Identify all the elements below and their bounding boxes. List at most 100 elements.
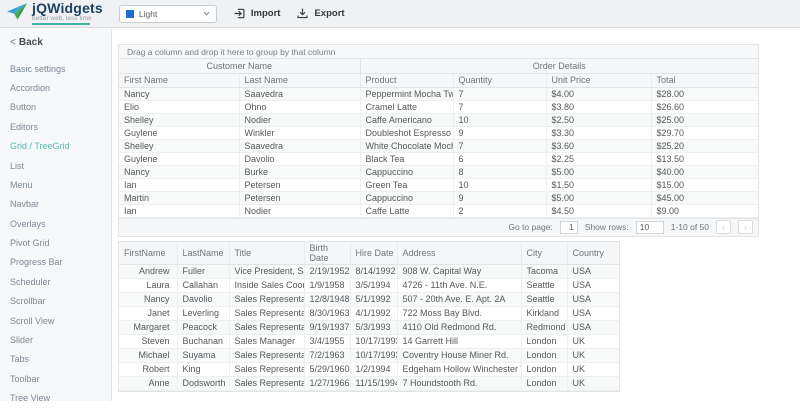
sidebar-item[interactable]: Menu [10,175,107,194]
table-row[interactable]: Robert King Sales Representative 5/29/19… [119,362,619,376]
cell-title: Sales Representative [229,362,304,376]
sidebar-item[interactable]: Tabs [10,350,107,369]
column-header-city[interactable]: City [521,242,567,265]
theme-swatch-icon [126,10,134,18]
cell-city: London [521,334,567,348]
cell-hire-date: 4/1/1992 [350,306,397,320]
logo-title: jQWidgets [32,1,103,15]
cell-country: UK [567,362,619,376]
logo-underline [32,23,90,25]
table-row[interactable]: Steven Buchanan Sales Manager 3/4/1955 1… [119,334,619,348]
sidebar-item[interactable]: Scrollbar [10,292,107,311]
cell-country: USA [567,278,619,292]
column-header-birth-date[interactable]: Birth Date [304,242,350,265]
cell-lastname: Buchanan [177,334,229,348]
table-row[interactable]: Guylene Winkler Doubleshot Espresso 9 $3… [119,126,758,139]
table-row[interactable]: Janet Leverling Sales Representative 8/3… [119,306,619,320]
sidebar-item[interactable]: Button [10,98,107,117]
cell-unit-price: $2.25 [546,152,651,165]
previous-page-button[interactable]: ‹ [716,220,731,234]
chevron-down-icon [203,10,210,17]
table-row[interactable]: Elio Ohno Cramel Latte 7 $3.80 $26.60 [119,100,758,113]
cell-birth-date: 7/2/1963 [304,348,350,362]
cell-first-name: Guylene [119,152,239,165]
sidebar-item[interactable]: Toolbar [10,369,107,388]
table-row[interactable]: Shelley Nodier Caffe Americano 10 $2.50 … [119,113,758,126]
column-header-unit-price[interactable]: Unit Price [546,73,651,87]
cell-unit-price: $5.00 [546,165,651,178]
sidebar-item[interactable]: Scroll View [10,311,107,330]
column-header-first-name[interactable]: First Name [119,73,239,87]
sidebar-nav: Basic settings Accordion Button Editors … [10,59,107,408]
page-number-input[interactable] [560,221,578,234]
group-by-panel[interactable]: Drag a column and drop it here to group … [119,45,758,59]
theme-dropdown[interactable]: Light [119,5,217,23]
cell-city: Seattle [521,278,567,292]
column-header-lastname[interactable]: LastName [177,242,229,265]
table-row[interactable]: Anne Dodsworth Sales Representative 1/27… [119,376,619,390]
table-row[interactable]: Ian Petersen Green Tea 10 $1.50 $15.00 [119,178,758,191]
back-link[interactable]: <Back [10,37,107,48]
cell-quantity: 7 [453,100,546,113]
sidebar-item[interactable]: Accordion [10,78,107,97]
cell-quantity: 10 [453,113,546,126]
sidebar-item[interactable]: Progress Bar [10,253,107,272]
show-rows-input[interactable] [636,221,664,234]
table-row[interactable]: Nancy Burke Cappuccino 8 $5.00 $40.00 [119,165,758,178]
column-header-country[interactable]: Country [567,242,619,265]
column-group-order-details: Order Details [360,59,758,73]
table-row[interactable]: Andrew Fuller Vice President, Sales 2/19… [119,264,619,278]
cell-address: 4726 - 11th Ave. N.E. [397,278,521,292]
cell-last-name: Nodier [239,113,360,126]
sidebar-item[interactable]: Grid / TreeGrid [10,137,107,156]
sidebar-item[interactable]: Overlays [10,214,107,233]
cell-title: Sales Representative [229,376,304,390]
next-page-button[interactable]: › [738,220,753,234]
cell-address: 507 - 20th Ave. E. Apt. 2A [397,292,521,306]
table-row[interactable]: Shelley Saavedra White Chocolate Mocha 7… [119,139,758,152]
column-header-address[interactable]: Address [397,242,521,265]
cell-unit-price: $4.50 [546,204,651,217]
cell-country: UK [567,376,619,390]
sidebar-item[interactable]: Tree View [10,388,107,407]
jqwidgets-logo[interactable]: jQWidgets better web, less time [6,1,103,27]
cell-birth-date: 8/30/1963 [304,306,350,320]
cell-first-name: Nancy [119,165,239,178]
column-group-customer-name: Customer Name [119,59,360,73]
table-row[interactable]: Nancy Davolio Sales Representative 12/8/… [119,292,619,306]
table-row[interactable]: Nancy Saavedra Peppermint Mocha Twist 7 … [119,87,758,100]
sidebar-item[interactable]: List [10,156,107,175]
export-label: Export [314,8,344,19]
paper-plane-icon [6,1,28,27]
table-row[interactable]: Martin Petersen Cappuccino 9 $5.00 $45.0… [119,191,758,204]
cell-lastname: Dodsworth [177,376,229,390]
import-button[interactable]: Import [233,7,281,20]
sidebar-item[interactable]: Slider [10,330,107,349]
cell-hire-date: 11/15/1994 [350,376,397,390]
sidebar-item[interactable]: Navbar [10,195,107,214]
column-header-firstname[interactable]: FirstName [119,242,177,265]
sidebar-item[interactable]: Editors [10,117,107,136]
table-row[interactable]: Michael Suyama Sales Representative 7/2/… [119,348,619,362]
column-header-quantity[interactable]: Quantity [453,73,546,87]
export-button[interactable]: Export [296,7,344,20]
cell-hire-date: 10/17/1993 [350,348,397,362]
table-row[interactable]: Guylene Davolio Black Tea 6 $2.25 $13.50 [119,152,758,165]
column-header-title[interactable]: Title [229,242,304,265]
sidebar-item[interactable]: Pivot Grid [10,233,107,252]
column-header-hire-date[interactable]: Hire Date [350,242,397,265]
sidebar-item[interactable]: Scheduler [10,272,107,291]
table-row[interactable]: Margaret Peacock Sales Representative 9/… [119,320,619,334]
column-header-total[interactable]: Total [651,73,758,87]
column-header-last-name[interactable]: Last Name [239,73,360,87]
theme-dropdown-value: Light [139,9,198,19]
sidebar-item[interactable]: Basic settings [10,59,107,78]
cell-product: Black Tea [360,152,453,165]
cell-country: USA [567,320,619,334]
table-row[interactable]: Laura Callahan Inside Sales Coordinator … [119,278,619,292]
cell-product: Caffe Americano [360,113,453,126]
column-header-product[interactable]: Product [360,73,453,87]
cell-city: Redmond [521,320,567,334]
cell-title: Sales Representative [229,320,304,334]
table-row[interactable]: Ian Nodier Caffe Latte 2 $4.50 $9.00 [119,204,758,217]
